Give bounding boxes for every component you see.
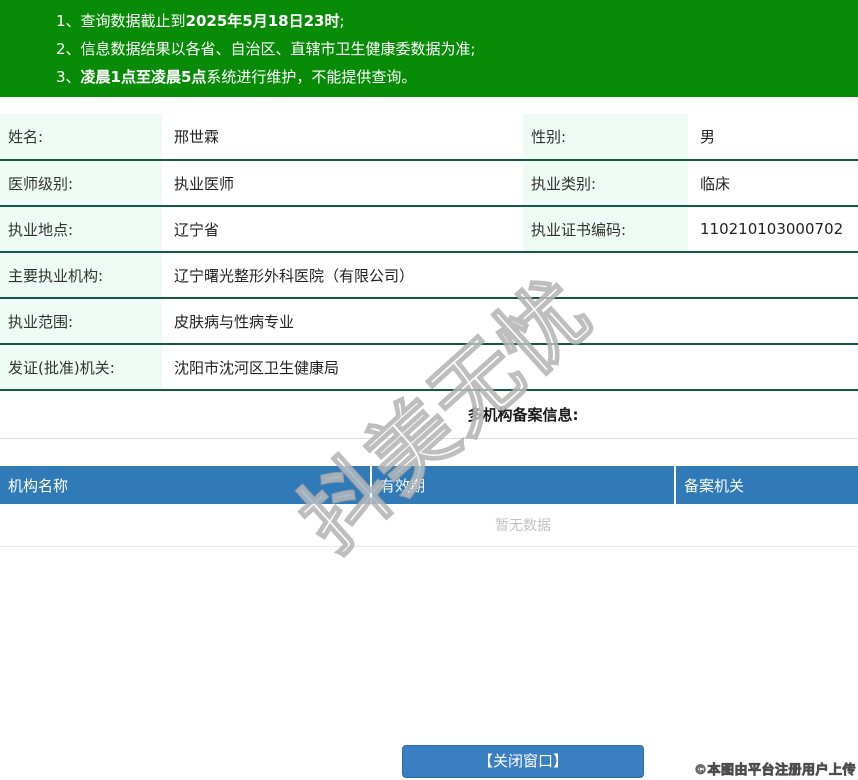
notice-banner: 1、查询数据截止到2025年5月18日23时; 2、信息数据结果以各省、自治区、… <box>0 0 858 97</box>
practice-category-value: 临床 <box>688 160 858 207</box>
issuing-authority-label: 发证(批准)机关: <box>0 344 162 391</box>
practitioner-info-table: 姓名: 邢世霖 性别: 男 医师级别: 执业医师 执业类别: 临床 执业地点: … <box>0 114 858 391</box>
notice-2-num: 2、 <box>56 40 81 58</box>
notice-line-2: 2、信息数据结果以各省、自治区、直辖市卫生健康委数据为准; <box>56 35 858 63</box>
main-institution-label: 主要执业机构: <box>0 252 162 299</box>
issuing-authority-value: 沈阳市沈河区卫生健康局 <box>162 344 858 391</box>
notice-1-bold: 2025年5月18日23时 <box>185 12 340 30</box>
filing-empty-row: 暂无数据 <box>0 504 858 547</box>
column-header-filing-authority: 备案机关 <box>674 466 858 504</box>
notice-2-text: 信息数据结果以各省、自治区、直辖市卫生健康委数据为准; <box>80 40 476 58</box>
gender-label: 性别: <box>523 114 688 161</box>
multi-institution-section-title: 多机构备案信息: <box>467 406 579 424</box>
table-row: 医师级别: 执业医师 执业类别: 临床 <box>0 160 858 207</box>
practice-location-value: 辽宁省 <box>162 206 523 253</box>
practice-scope-label: 执业范围: <box>0 298 162 345</box>
practice-scope-value: 皮肤病与性病专业 <box>162 298 858 345</box>
doctor-level-label: 医师级别: <box>0 160 162 207</box>
query-result-window: 1、查询数据截止到2025年5月18日23时; 2、信息数据结果以各省、自治区、… <box>0 0 858 780</box>
name-label: 姓名: <box>0 114 162 161</box>
notice-line-1: 1、查询数据截止到2025年5月18日23时; <box>56 7 858 35</box>
doctor-level-value: 执业医师 <box>162 160 523 207</box>
practice-location-label: 执业地点: <box>0 206 162 253</box>
table-row: 执业范围: 皮肤病与性病专业 <box>0 298 858 345</box>
column-header-validity-period: 有效期 <box>370 466 675 504</box>
column-header-institution-name: 机构名称 <box>0 466 371 504</box>
close-window-button[interactable]: 【关闭窗口】 <box>402 744 644 778</box>
notice-3-num: 3、 <box>56 68 81 86</box>
notice-1-post: ; <box>339 12 345 30</box>
notice-3-bold: 凌晨1点至凌晨5点 <box>80 68 207 86</box>
certificate-number-value: 110210103000702 <box>688 206 858 253</box>
notice-3-post: 系统进行维护，不能提供查询。 <box>206 68 417 86</box>
no-data-message: 暂无数据 <box>0 504 858 547</box>
main-institution-value: 辽宁曙光整形外科医院（有限公司） <box>162 252 858 299</box>
notice-1-text: 查询数据截止到 <box>80 12 186 30</box>
certificate-number-label: 执业证书编码: <box>523 206 688 253</box>
table-row: 主要执业机构: 辽宁曙光整形外科医院（有限公司） <box>0 252 858 299</box>
practice-category-label: 执业类别: <box>523 160 688 207</box>
table-row: 执业地点: 辽宁省 执业证书编码: 110210103000702 <box>0 206 858 253</box>
table-row: 姓名: 邢世霖 性别: 男 <box>0 114 858 161</box>
table-row: 发证(批准)机关: 沈阳市沈河区卫生健康局 <box>0 344 858 391</box>
filing-table: 机构名称 有效期 备案机关 暂无数据 <box>0 466 858 547</box>
gender-value: 男 <box>688 114 858 161</box>
name-value: 邢世霖 <box>162 114 523 161</box>
filing-header-row: 机构名称 有效期 备案机关 <box>0 466 858 504</box>
notice-line-3: 3、凌晨1点至凌晨5点系统进行维护，不能提供查询。 <box>56 63 858 91</box>
section-divider <box>0 438 858 439</box>
platform-upload-copyright: ©本图由平台注册用户上传 <box>693 763 856 779</box>
notice-1-num: 1、 <box>56 12 81 30</box>
